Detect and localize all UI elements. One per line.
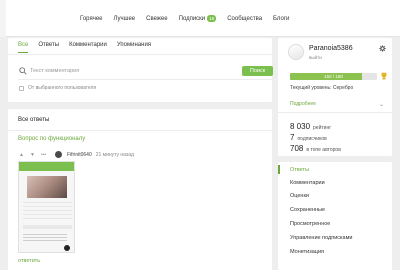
- nav-hot[interactable]: Горячее: [80, 16, 103, 22]
- nav-best[interactable]: Лучшее: [114, 16, 136, 22]
- active-indicator: [278, 165, 280, 174]
- more-icon[interactable]: •••: [40, 151, 47, 158]
- tab-comments[interactable]: Комментарии: [69, 42, 107, 53]
- tab-all[interactable]: Все: [18, 42, 29, 53]
- tabs: Все Ответы Комментарии Упоминания: [18, 42, 151, 53]
- menu-item-ratings[interactable]: Оценки: [290, 193, 309, 199]
- reply-link[interactable]: ответить: [18, 258, 40, 264]
- main-nav: Горячее Лучшее Свежее Подписки 18 Сообщес…: [80, 0, 289, 37]
- thumb-header: [19, 162, 74, 171]
- details-toggle[interactable]: Подробнее: [290, 101, 316, 107]
- nav-fresh-label: Свежее: [146, 15, 168, 22]
- stat-top-authors-value: 708: [290, 144, 304, 153]
- nav-subscriptions[interactable]: Подписки 18: [179, 15, 217, 22]
- attached-screenshot-image[interactable]: [18, 161, 75, 253]
- nav-fresh[interactable]: Свежее: [146, 16, 167, 22]
- tab-mentions[interactable]: Упоминания: [117, 42, 151, 53]
- stat-top-authors: 708 в топе авторов: [290, 144, 341, 153]
- thumb-photo: [27, 176, 67, 198]
- question-link[interactable]: Вопрос по функционалу: [18, 136, 85, 142]
- stat-rating: 8 030 рейтинг: [290, 122, 331, 131]
- menu-item-monetization[interactable]: Монетизация: [290, 249, 324, 255]
- gear-icon[interactable]: [379, 45, 386, 52]
- thumb-play-icon: [64, 245, 70, 251]
- nav-communities[interactable]: Сообщества: [227, 16, 262, 22]
- thumb-caption: [23, 234, 67, 243]
- comment-meta-row: ▲ ▼ ••• Fifrinit0640 21 минуту назад: [18, 151, 134, 158]
- profile-card: Paranoia5386 выйти 150 / 180 Текущий уро…: [278, 38, 392, 156]
- stat-subscribers-value: 7: [290, 133, 295, 142]
- thumb-text-lines: [23, 202, 72, 222]
- trophy-icon: [381, 72, 387, 80]
- thumb-bar: [23, 225, 72, 229]
- nav-blogs-label: Блоги: [273, 15, 290, 22]
- chevron-down-icon[interactable]: ⌄: [379, 101, 384, 108]
- search-icon: [19, 67, 27, 75]
- nav-subscriptions-label: Подписки: [178, 15, 206, 22]
- logout-link[interactable]: выйти: [309, 55, 322, 60]
- sidebar-edge: [0, 0, 6, 37]
- user-filter-checkbox[interactable]: От выбранного пользователя: [19, 85, 96, 91]
- menu-item-viewed[interactable]: Просмотренное: [290, 221, 330, 227]
- upvote-icon[interactable]: ▲: [18, 151, 25, 158]
- answers-card: Все ответы Вопрос по функционалу ▲ ▼ •••…: [8, 109, 272, 270]
- profile-menu: Ответы Комментарии Оценки Сохраненные Пр…: [278, 162, 392, 270]
- stat-top-authors-label: в топе авторов: [306, 147, 341, 153]
- stat-rating-label: рейтинг: [313, 125, 332, 131]
- comment-search-input[interactable]: [30, 66, 230, 75]
- level-progress-text: 150 / 180: [324, 74, 343, 79]
- comment-time: 21 минуту назад: [95, 151, 134, 158]
- search-button[interactable]: Поиск: [242, 66, 273, 76]
- answers-divider: [8, 130, 272, 131]
- stat-subscribers-label: подписчиков: [297, 136, 327, 142]
- stat-subscribers: 7 подписчиков: [290, 133, 327, 142]
- search-divider: [18, 79, 272, 80]
- menu-item-saved[interactable]: Сохраненные: [290, 207, 325, 213]
- author-avatar[interactable]: [55, 151, 62, 158]
- nav-best-label: Лучшее: [113, 15, 136, 22]
- downvote-icon[interactable]: ▼: [29, 151, 36, 158]
- nav-blogs[interactable]: Блоги: [273, 16, 289, 22]
- menu-item-answers[interactable]: Ответы: [290, 167, 309, 173]
- tab-answers[interactable]: Ответы: [38, 42, 59, 53]
- comments-filter-card: Все Ответы Комментарии Упоминания Поиск …: [8, 38, 273, 102]
- answers-header: Все ответы: [18, 117, 50, 123]
- menu-item-subscriptions[interactable]: Управление подписками: [290, 235, 352, 241]
- profile-divider: [278, 112, 392, 113]
- nav-hot-label: Горячее: [80, 15, 103, 22]
- subscriptions-count-badge: 18: [207, 15, 217, 22]
- profile-username[interactable]: Paranoia5386: [309, 45, 353, 52]
- tabs-divider: [8, 54, 272, 55]
- avatar[interactable]: [288, 44, 304, 60]
- top-navigation-bar: Горячее Лучшее Свежее Подписки 18 Сообщес…: [0, 0, 400, 37]
- user-filter-label: От выбранного пользователя: [28, 85, 97, 91]
- menu-item-comments[interactable]: Комментарии: [290, 180, 325, 186]
- comment-author[interactable]: Fifrinit0640: [67, 152, 92, 158]
- current-level: Текущий уровень: Серебро: [290, 85, 354, 91]
- nav-communities-label: Сообщества: [227, 15, 263, 22]
- stat-rating-value: 8 030: [290, 122, 311, 131]
- checkbox-box[interactable]: [19, 85, 24, 91]
